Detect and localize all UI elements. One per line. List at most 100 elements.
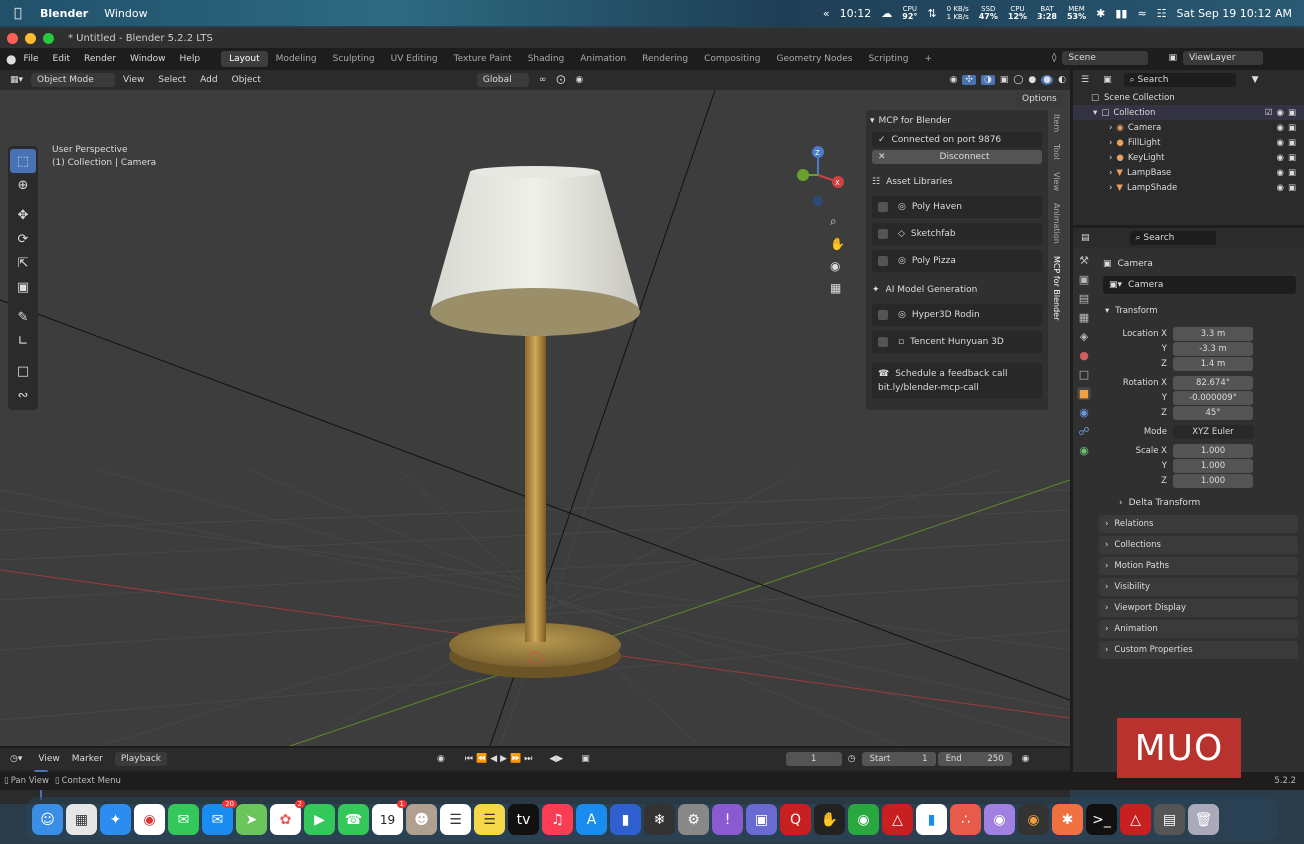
green-app-icon[interactable]: ◉	[848, 804, 879, 835]
hunyuan-row[interactable]: ▫ Tencent Hunyuan 3D	[872, 331, 1042, 353]
polypizza-checkbox[interactable]	[878, 256, 888, 266]
outliner-item-keylight[interactable]: › ● KeyLight ◉ ▣	[1073, 150, 1304, 165]
scene-selector[interactable]: Scene	[1062, 51, 1149, 65]
eye-icon[interactable]: ◉	[1277, 183, 1284, 193]
timeline-view-menu[interactable]: View	[30, 754, 67, 764]
acrobat-icon[interactable]: △	[882, 804, 913, 835]
timeline-editor-icon[interactable]: ◷▾	[10, 754, 22, 764]
start-frame-field[interactable]: Start 1	[861, 752, 936, 766]
current-frame-field[interactable]: 1	[785, 752, 842, 766]
eye-icon[interactable]: ◉	[1277, 168, 1284, 178]
mcp-title-row[interactable]: ▾ MCP for Blender	[866, 110, 1048, 132]
music-icon[interactable]: ♫	[542, 804, 573, 835]
section-motion-paths[interactable]: › Motion Paths	[1099, 557, 1298, 575]
world-tab-icon[interactable]: ●	[1079, 349, 1089, 362]
tab-geometry-nodes[interactable]: Geometry Nodes	[769, 51, 861, 67]
material-shading-icon[interactable]: ●	[1041, 75, 1054, 85]
solid-shading-icon[interactable]: ●	[1028, 75, 1036, 85]
sidebar-app-icon[interactable]: ▮	[916, 804, 947, 835]
collection-row[interactable]: ▾ □ Collection ☑ ◉ ▣	[1073, 105, 1304, 120]
launchpad-icon[interactable]: ▦	[66, 804, 97, 835]
hand-icon[interactable]: ✋	[814, 804, 845, 835]
tab-animation[interactable]: Animation	[572, 51, 634, 67]
options-dropdown[interactable]: Options	[1016, 92, 1063, 106]
menu-render[interactable]: Render	[77, 54, 123, 64]
tab-rendering[interactable]: Rendering	[634, 51, 696, 67]
section-viewport-display[interactable]: › Viewport Display	[1099, 599, 1298, 617]
menubar-app-name[interactable]: Blender	[40, 7, 88, 20]
box-icon[interactable]: ▣	[746, 804, 777, 835]
auto-key-icon[interactable]: ▣	[581, 754, 590, 764]
add-curve-icon[interactable]: ∾	[10, 383, 36, 407]
sketchfab-checkbox[interactable]	[878, 229, 888, 239]
visibility-icon[interactable]: ◉	[950, 75, 958, 85]
claude-icon[interactable]: ✱	[1052, 804, 1083, 835]
select-box-icon[interactable]: ⬚	[10, 149, 36, 173]
system-settings-icon[interactable]: ⚙	[678, 804, 709, 835]
scene-icon[interactable]: ◊	[1052, 53, 1056, 63]
wifi-icon[interactable]: ≈	[1137, 7, 1146, 20]
scale-icon[interactable]: ⇱	[10, 251, 36, 275]
ortho-grid-icon[interactable]: ▦	[830, 281, 845, 295]
tab-shading[interactable]: Shading	[520, 51, 573, 67]
menu-select[interactable]: Select	[152, 75, 192, 85]
facetime-icon[interactable]: ▶	[304, 804, 335, 835]
eye-icon[interactable]: ◉	[1277, 153, 1284, 163]
feedback-box[interactable]: ☎ Schedule a feedback call bit.ly/blender…	[872, 363, 1042, 399]
menu-view[interactable]: View	[115, 75, 152, 85]
delta-transform-row[interactable]: › Delta Transform	[1073, 494, 1304, 512]
camera-toggle-icon[interactable]: ▣	[1288, 138, 1296, 148]
end-frame-field[interactable]: End 250	[937, 752, 1012, 766]
output-tab-icon[interactable]: ▤	[1079, 292, 1089, 305]
quora-icon[interactable]: Q	[780, 804, 811, 835]
camera-toggle-icon[interactable]: ▣	[1288, 183, 1296, 193]
measure-icon[interactable]: ∟	[10, 329, 36, 353]
timeline-marker-menu[interactable]: Marker	[68, 754, 107, 764]
navigation-gizmo[interactable]: Z X	[797, 146, 844, 206]
camera-toggle-icon[interactable]: ▣	[1288, 108, 1296, 118]
rotate-icon[interactable]: ⟳	[10, 227, 36, 251]
blender-logo-icon[interactable]: ●	[6, 52, 16, 66]
add-cube-icon[interactable]: □	[10, 359, 36, 383]
mail-icon[interactable]: ✉ 20	[202, 800, 237, 835]
camera-toggle-icon[interactable]: ▣	[1288, 123, 1296, 133]
eye-icon[interactable]: ◉	[1277, 108, 1284, 118]
tab-modeling[interactable]: Modeling	[268, 51, 325, 67]
xray-icon[interactable]: ▣	[1000, 75, 1009, 85]
menubar-datetime[interactable]: Sat Sep 19 10:12 AM	[1177, 7, 1292, 20]
cursor-icon[interactable]: ⊕	[10, 173, 36, 197]
weather-icon[interactable]: ☁	[881, 7, 892, 20]
transform-icon[interactable]: ▣	[10, 275, 36, 299]
section-visibility[interactable]: › Visibility	[1099, 578, 1298, 596]
menubar-window[interactable]: Window	[104, 7, 147, 20]
checkbox-icon[interactable]: ☑	[1265, 108, 1273, 118]
apple-tv-icon[interactable]: tv	[508, 804, 539, 835]
location-x-field[interactable]: 3.3 m	[1173, 326, 1253, 341]
record-icon[interactable]: ◉	[437, 754, 445, 764]
apple-icon[interactable]: 	[14, 6, 28, 21]
tab-tool[interactable]: Tool	[1052, 140, 1061, 164]
playback-dropdown[interactable]: Playback	[114, 752, 168, 766]
viewlayer-icon[interactable]: ▣	[1168, 53, 1177, 63]
keynote-icon[interactable]: ▮	[610, 804, 641, 835]
preview-icon[interactable]: ◉	[984, 804, 1015, 835]
editor-type-icon[interactable]: ▦▾	[10, 75, 23, 85]
tab-animation[interactable]: Animation	[1052, 199, 1061, 248]
maps-icon[interactable]: ➤	[236, 804, 267, 835]
close-window-button[interactable]	[7, 32, 18, 44]
phone-icon[interactable]: ☎	[338, 804, 369, 835]
physics-tab-icon[interactable]: ◉	[1079, 406, 1089, 419]
pdf-icon[interactable]: △	[1120, 804, 1151, 835]
display-mode-icon[interactable]: ▣	[1103, 75, 1112, 85]
tab-uv-editing[interactable]: UV Editing	[383, 51, 446, 67]
menu-object[interactable]: Object	[226, 75, 267, 85]
location-z-field[interactable]: 1.4 m	[1173, 356, 1253, 371]
chevrons-icon[interactable]: «	[823, 7, 830, 20]
tab-item[interactable]: Item	[1052, 110, 1061, 136]
properties-search[interactable]: ⌕ Search	[1129, 231, 1216, 245]
safari-icon[interactable]: ✦	[100, 804, 131, 835]
rotation-z-field[interactable]: 45°	[1173, 405, 1253, 420]
tab-scripting[interactable]: Scripting	[860, 51, 916, 67]
tab-texture-paint[interactable]: Texture Paint	[446, 51, 520, 67]
rotation-x-field[interactable]: 82.674°	[1173, 375, 1253, 390]
